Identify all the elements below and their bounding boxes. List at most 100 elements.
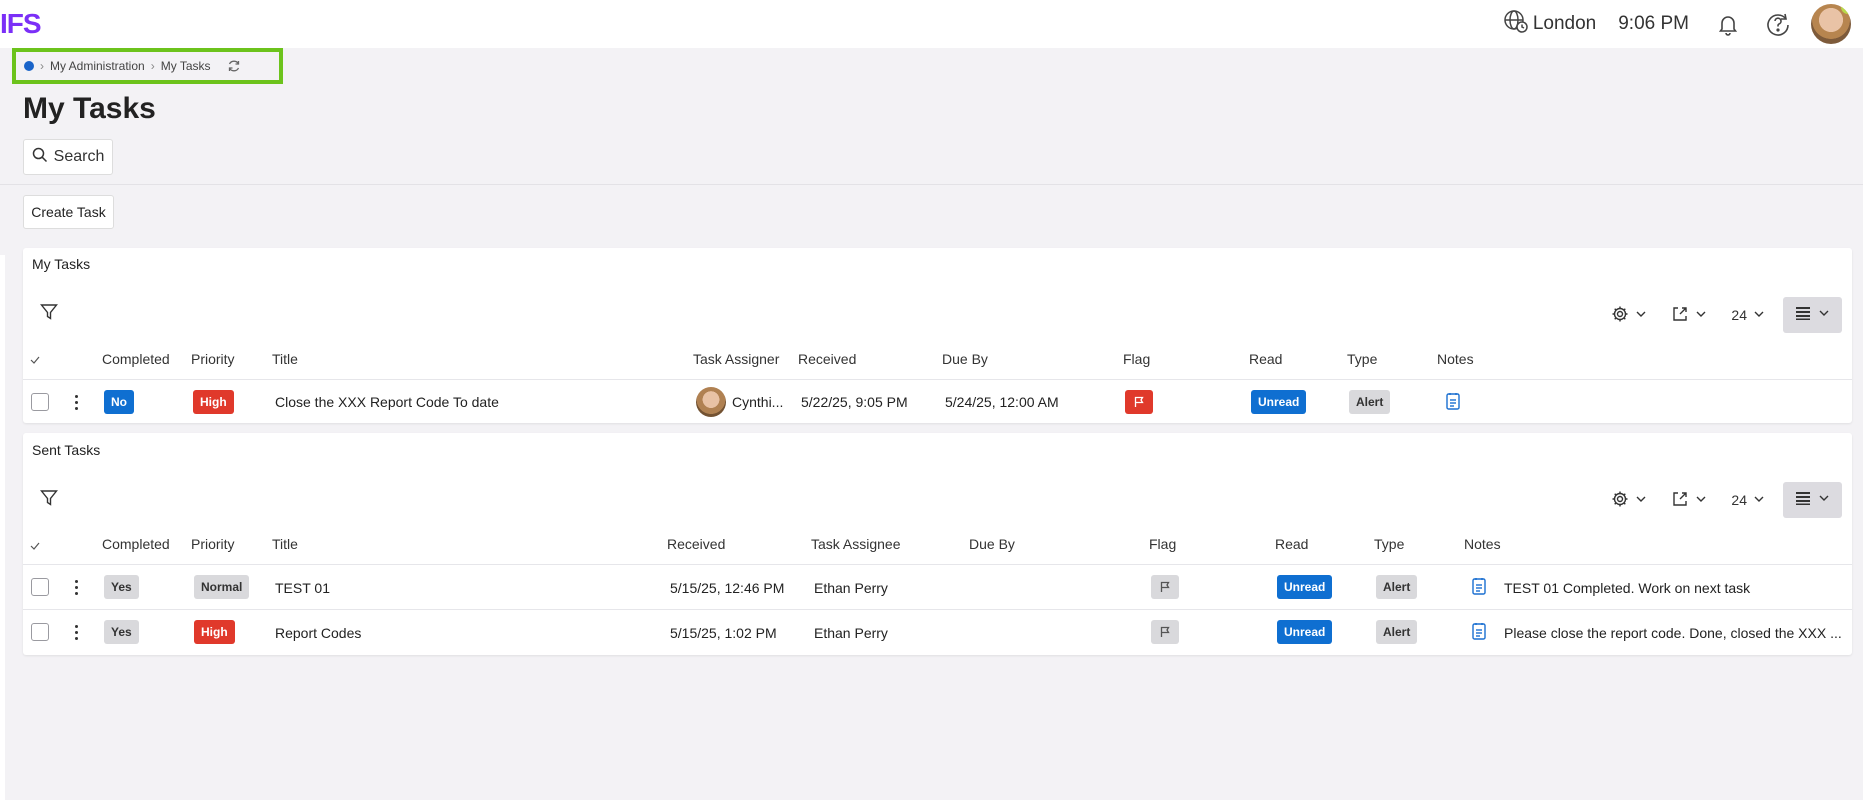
chevron-down-icon <box>1818 306 1830 324</box>
top-right-tools: London 9:06 PM <box>1503 0 1863 48</box>
type-badge: Alert <box>1376 575 1418 599</box>
column-header-received[interactable]: Received <box>798 351 856 367</box>
column-header-received[interactable]: Received <box>667 536 725 552</box>
notes-icon[interactable] <box>1446 392 1460 415</box>
settings-dropdown[interactable] <box>1611 305 1647 326</box>
chevron-right-icon: › <box>40 59 44 73</box>
row-divider <box>23 609 1852 610</box>
page-title: My Tasks <box>23 92 156 125</box>
grey-flag-icon[interactable] <box>1151 575 1179 599</box>
column-header-title[interactable]: Title <box>272 536 298 552</box>
view-mode-dropdown[interactable] <box>1783 297 1842 333</box>
row-menu-icon[interactable] <box>75 580 79 595</box>
export-dropdown[interactable] <box>1671 490 1707 511</box>
gear-icon <box>1611 305 1629 326</box>
filter-icon[interactable] <box>40 489 58 512</box>
notes-icon[interactable] <box>1472 622 1486 645</box>
list-view-icon <box>1795 306 1810 325</box>
column-header-title[interactable]: Title <box>272 351 298 367</box>
completed-badge: Yes <box>104 575 139 599</box>
read-status-badge: Unread <box>1251 390 1307 414</box>
page-size-dropdown[interactable]: 24 <box>1731 492 1765 508</box>
list-view-icon <box>1795 491 1810 510</box>
column-header-flag[interactable]: Flag <box>1123 351 1150 367</box>
refresh-icon[interactable] <box>227 59 241 73</box>
notifications-bell-icon[interactable] <box>1711 7 1745 41</box>
red-flag-icon[interactable] <box>1125 390 1153 414</box>
priority-badge: High <box>194 620 235 644</box>
notes-icon[interactable] <box>1472 577 1486 600</box>
assigner-avatar <box>696 387 726 417</box>
column-header-read[interactable]: Read <box>1275 536 1308 552</box>
table-tools: 24 <box>1587 482 1842 518</box>
column-header-completed[interactable]: Completed <box>102 351 170 367</box>
notes-text: TEST 01 Completed. Work on next task <box>1504 580 1751 596</box>
column-header-priority[interactable]: Priority <box>191 536 235 552</box>
select-all-check-icon[interactable] <box>29 539 41 555</box>
row-checkbox[interactable] <box>31 578 49 596</box>
column-header-type[interactable]: Type <box>1347 351 1377 367</box>
home-dot-icon[interactable] <box>24 61 34 71</box>
breadcrumb-my-administration[interactable]: My Administration <box>50 59 145 73</box>
type-badge: Alert <box>1349 390 1391 414</box>
chevron-down-icon <box>1695 492 1707 508</box>
task-title[interactable]: Report Codes <box>275 625 361 641</box>
search-button[interactable]: Search <box>23 139 113 175</box>
column-header-priority[interactable]: Priority <box>191 351 235 367</box>
column-header-task-assignee[interactable]: Task Assignee <box>811 536 901 552</box>
left-edge-strip <box>0 255 5 800</box>
grey-flag-icon[interactable] <box>1151 620 1179 644</box>
column-header-type[interactable]: Type <box>1374 536 1404 552</box>
filter-icon[interactable] <box>40 303 58 326</box>
globe-clock-icon <box>1503 8 1529 40</box>
notes-text: Please close the report code. Done, clos… <box>1504 625 1842 641</box>
top-bar: IFS London 9:06 PM <box>0 0 1863 48</box>
chevron-down-icon <box>1753 492 1765 508</box>
priority-badge: High <box>193 390 234 414</box>
ifs-logo[interactable]: IFS <box>0 8 42 40</box>
column-header-notes[interactable]: Notes <box>1437 351 1474 367</box>
task-title[interactable]: Close the XXX Report Code To date <box>275 394 499 410</box>
type-badge: Alert <box>1376 620 1418 644</box>
received-date: 5/15/25, 12:46 PM <box>670 580 785 596</box>
column-header-due-by[interactable]: Due By <box>969 536 1015 552</box>
row-checkbox[interactable] <box>31 623 49 641</box>
help-icon[interactable] <box>1761 7 1795 41</box>
completed-badge: Yes <box>104 620 139 644</box>
read-status-badge: Unread <box>1277 620 1333 644</box>
search-label: Search <box>53 148 105 165</box>
user-avatar[interactable] <box>1811 4 1851 44</box>
create-task-button[interactable]: Create Task <box>23 195 114 229</box>
row-menu-icon[interactable] <box>75 625 79 640</box>
chevron-down-icon <box>1753 307 1765 323</box>
page-size-dropdown[interactable]: 24 <box>1731 307 1765 323</box>
location-selector[interactable]: London <box>1503 8 1596 40</box>
completed-badge: No <box>104 390 134 414</box>
row-menu-icon[interactable] <box>75 395 79 410</box>
row-divider <box>23 379 1852 380</box>
column-header-notes[interactable]: Notes <box>1464 536 1501 552</box>
due-by-date: 5/24/25, 12:00 AM <box>945 394 1059 410</box>
export-icon <box>1671 305 1689 326</box>
search-icon <box>32 147 48 168</box>
my-tasks-panel: My Tasks 24 Completed Priority Title Tas… <box>23 248 1852 423</box>
breadcrumb-my-tasks[interactable]: My Tasks <box>161 59 211 73</box>
column-header-task-assigner[interactable]: Task Assigner <box>693 351 779 367</box>
task-title[interactable]: TEST 01 <box>275 580 330 596</box>
chevron-down-icon <box>1635 307 1647 323</box>
column-header-flag[interactable]: Flag <box>1149 536 1176 552</box>
column-header-read[interactable]: Read <box>1249 351 1282 367</box>
column-header-completed[interactable]: Completed <box>102 536 170 552</box>
chevron-down-icon <box>1818 491 1830 509</box>
row-checkbox[interactable] <box>31 393 49 411</box>
row-divider <box>23 564 1852 565</box>
panel-title: Sent Tasks <box>32 442 101 458</box>
received-date: 5/22/25, 9:05 PM <box>801 394 908 410</box>
export-dropdown[interactable] <box>1671 305 1707 326</box>
column-header-due-by[interactable]: Due By <box>942 351 988 367</box>
panel-title: My Tasks <box>32 256 91 272</box>
settings-dropdown[interactable] <box>1611 490 1647 511</box>
select-all-check-icon[interactable] <box>29 353 41 369</box>
chevron-down-icon <box>1695 307 1707 323</box>
view-mode-dropdown[interactable] <box>1783 482 1842 518</box>
